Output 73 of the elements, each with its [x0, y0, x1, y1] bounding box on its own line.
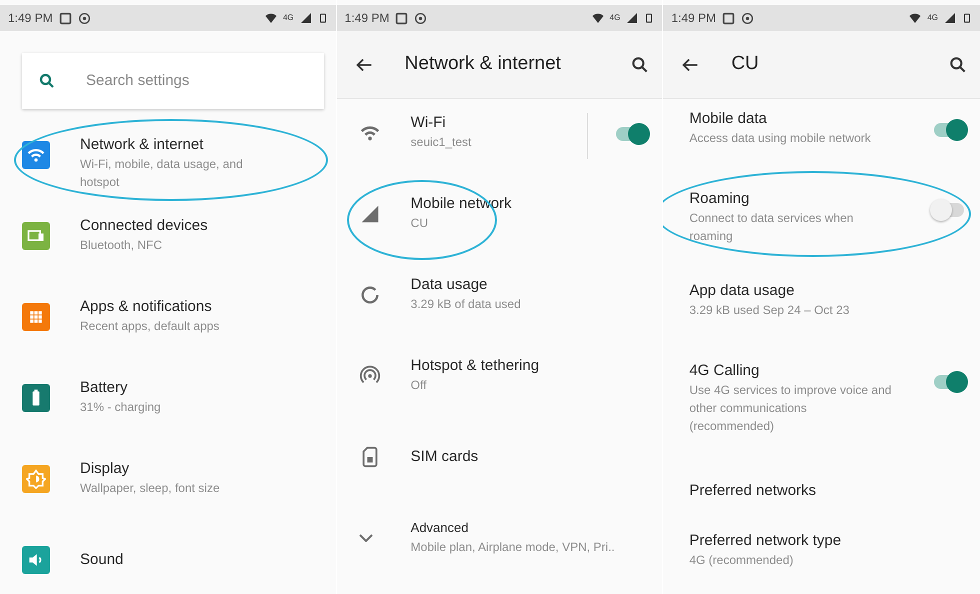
settings-item[interactable]: Preferred networks — [663, 461, 980, 521]
cell-signal-icon — [944, 12, 956, 24]
item-title: Data usage — [410, 275, 488, 295]
settings-item[interactable]: App data usage 3.29 kB used Sep 24 – Oct 23 — [663, 271, 980, 351]
item-summary: Bluetooth, NFC — [80, 237, 164, 254]
status-time: 1:49 PM — [8, 10, 53, 27]
item-summary: 31% - charging — [80, 399, 162, 416]
battery-icon — [644, 12, 654, 24]
cell-signal-icon — [300, 12, 312, 24]
item-title: Display — [80, 459, 130, 479]
item-title: Wi-Fi — [410, 113, 447, 133]
data-usage-icon — [358, 284, 381, 306]
item-title: 4G Calling — [689, 361, 760, 381]
item-title: Mobile data — [689, 109, 768, 129]
item-title: SIM cards — [410, 447, 480, 467]
battery-icon — [318, 12, 328, 24]
item-summary: Mobile plan, Airplane mode, VPN, Pri.. — [410, 539, 616, 556]
item-title: Preferred networks — [689, 481, 818, 501]
brightness-icon — [26, 469, 46, 489]
item-summary: Recent apps, default apps — [80, 318, 220, 335]
item-summary: 3.29 kB of data used — [410, 296, 522, 313]
settings-item[interactable]: Network & internet Wi-Fi, mobile, data usage, and hotspot — [0, 133, 336, 214]
chevron-down-icon — [358, 534, 373, 542]
item-summary: Wallpaper, sleep, font size — [80, 480, 221, 497]
battery-icon — [962, 12, 972, 24]
settings-item[interactable]: SIM cards — [336, 423, 662, 504]
settings-item[interactable]: Sound — [0, 538, 336, 594]
item-summary: CU — [410, 215, 429, 232]
item-title: Hotspot & tethering — [410, 356, 540, 376]
item-title: Roaming — [689, 189, 750, 209]
settings-item[interactable]: Display Wallpaper, sleep, font size — [0, 457, 336, 538]
wifi-signal-icon — [264, 12, 277, 24]
status-time: 1:49 PM — [344, 10, 390, 27]
settings-item[interactable]: Apps & notifications Recent apps, default apps — [0, 295, 336, 376]
settings-item[interactable]: Wi-Fi seuic1_test — [336, 99, 662, 180]
network-type: 4G — [927, 12, 938, 24]
item-summary: Off — [410, 377, 428, 394]
wifi-signal-icon — [909, 12, 922, 24]
settings-item[interactable]: Hotspot & tethering Off — [336, 342, 662, 423]
search-field[interactable]: Search settings — [22, 53, 324, 109]
item-title: Battery — [80, 378, 129, 398]
settings-item[interactable]: Connected devices Bluetooth, NFC — [0, 214, 336, 295]
item-title: Preferred network type — [689, 531, 842, 551]
item-title: Connected devices — [80, 216, 209, 236]
settings-item[interactable]: 4G Calling Use 4G services to improve voice and other communications (recommended) — [663, 351, 980, 461]
search-input[interactable]: Search settings — [84, 68, 308, 94]
cell-signal-icon — [626, 12, 638, 24]
wifi-signal-icon — [592, 12, 604, 24]
item-summary: Connect to data services when roaming — [689, 210, 854, 245]
settings-item[interactable]: Advanced Mobile plan, Airplane mode, VPN, Pri.. — [336, 504, 662, 585]
item-title: Advanced — [410, 519, 470, 537]
search-icon[interactable] — [948, 54, 968, 74]
settings-item[interactable]: Roaming Connect to data services when roaming — [663, 179, 980, 271]
search-icon — [38, 72, 56, 90]
item-title: App data usage — [689, 281, 796, 301]
item-summary: Access data using mobile network — [689, 130, 872, 147]
item-title: Apps & notifications — [80, 297, 213, 317]
settings-item[interactable]: Preferred network type 4G (recommended) — [663, 521, 980, 594]
screen-title: Network & internet — [404, 52, 562, 76]
status-time: 1:49 PM — [671, 10, 716, 27]
screen-title: CU — [731, 52, 760, 76]
item-summary: 4G (recommended) — [689, 552, 794, 569]
network-type: 4G — [610, 12, 620, 24]
network-type: 4G — [282, 12, 294, 24]
settings-item[interactable]: Data usage 3.29 kB of data used — [336, 261, 662, 342]
item-summary: Use 4G services to improve voice and other communications (recommended) — [689, 382, 892, 435]
settings-item[interactable]: Battery 31% - charging — [0, 376, 336, 457]
item-summary: Wi-Fi, mobile, data usage, and hotspot — [80, 156, 244, 191]
item-summary: seuic1_test — [410, 134, 472, 151]
settings-item[interactable]: Mobile data Access data using mobile network — [663, 99, 980, 179]
item-title: Network & internet — [80, 135, 204, 155]
item-title: Sound — [80, 550, 124, 570]
item-summary: 3.29 kB used Sep 24 – Oct 23 — [689, 302, 850, 319]
